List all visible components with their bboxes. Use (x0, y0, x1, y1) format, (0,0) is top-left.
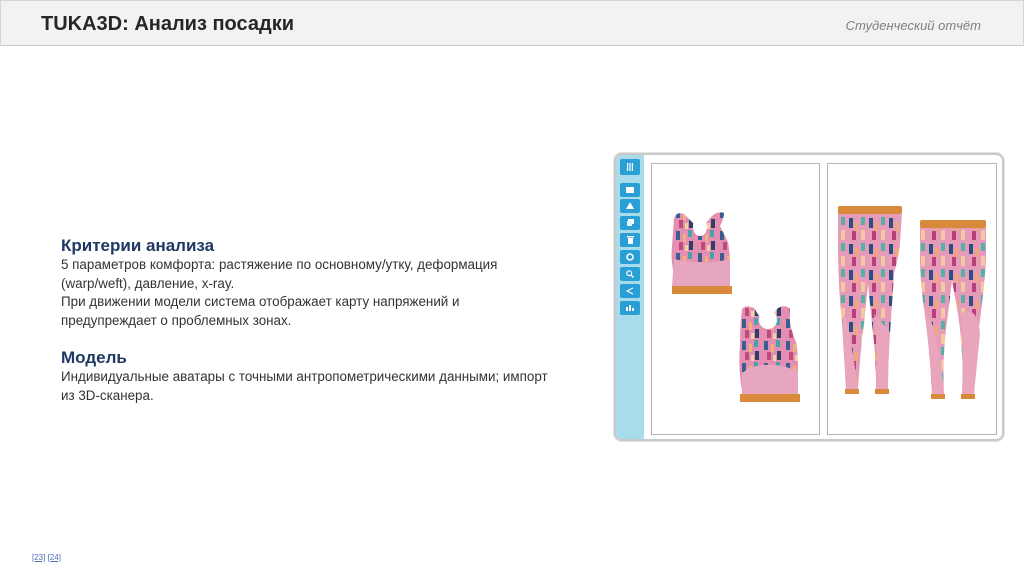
text-content: Критерии анализа 5 параметров комфорта: … (61, 236, 601, 405)
footnote-references: [23] [24] (32, 553, 61, 562)
section-heading-criteria: Критерии анализа (61, 236, 215, 255)
layers-icon[interactable] (620, 216, 640, 230)
sports-bra-image (671, 212, 800, 402)
criteria-line: предупреждает о проблемных зонах. (61, 312, 292, 328)
share-icon[interactable] (620, 284, 640, 298)
section-heading-model: Модель (61, 348, 127, 367)
model-line: Индивидуальные аватары с точными антропо… (61, 369, 548, 384)
criteria-line: (warp/weft), давление, x-ray. (61, 275, 235, 291)
criteria-line: 5 параметров комфорта: растяжение по осн… (61, 257, 498, 272)
model-line: из 3D-сканера. (61, 387, 154, 403)
page-title: TUKA3D: Анализ посадки (41, 13, 294, 35)
page-subtitle: Студенческий отчёт (845, 18, 981, 33)
reference-link[interactable]: [23] (32, 553, 45, 562)
gear-icon[interactable] (620, 250, 640, 264)
reference-link[interactable]: [24] (48, 553, 61, 562)
viewport-top[interactable] (651, 163, 820, 435)
leggings-image (838, 206, 986, 399)
vertical-toolbar (616, 155, 644, 439)
3d-viewer-screenshot (614, 153, 1004, 441)
menu-icon[interactable] (620, 159, 640, 175)
trash-icon[interactable] (620, 233, 640, 247)
criteria-line: При движении модели система отображает к… (61, 294, 460, 309)
chart-icon[interactable] (620, 301, 640, 315)
mail-icon[interactable] (620, 183, 640, 197)
search-icon[interactable] (620, 267, 640, 281)
slide-header: TUKA3D: Анализ посадки Студенческий отчё… (0, 0, 1024, 46)
viewport-bottom[interactable] (827, 163, 997, 435)
triangle-icon[interactable] (620, 199, 640, 213)
